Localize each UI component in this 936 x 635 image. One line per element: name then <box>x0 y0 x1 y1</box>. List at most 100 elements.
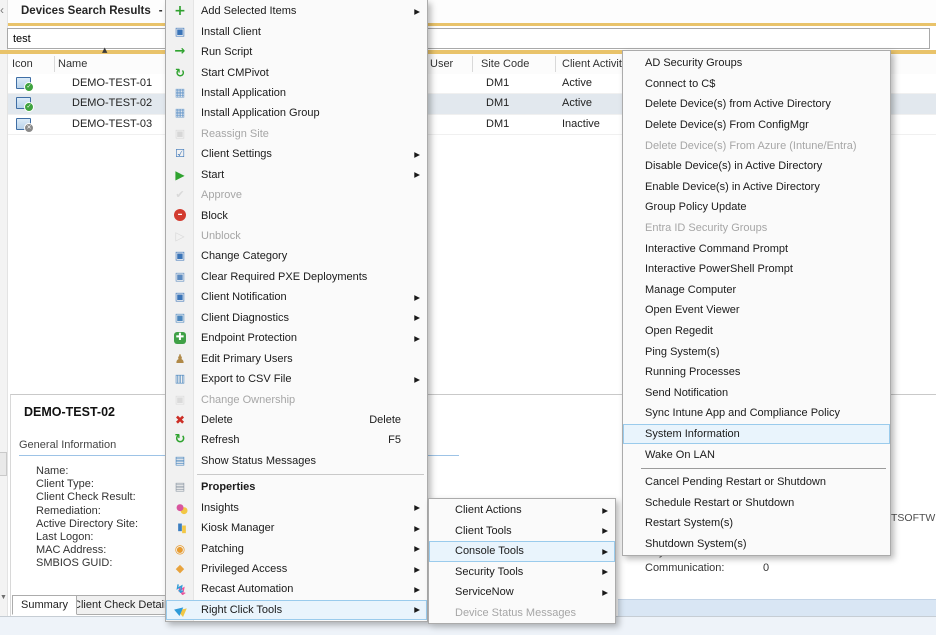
menu-item-console-tools[interactable]: Console Tools▶ <box>429 541 615 562</box>
menu-item-wake-on-lan[interactable]: Wake On LAN <box>623 444 890 465</box>
menu-item-add-selected-items[interactable]: +Add Selected Items▶ <box>166 1 427 21</box>
left-rail <box>0 0 8 634</box>
submenu-arrow-icon: ▶ <box>602 567 608 576</box>
menu-item-interactive-powershell-prompt[interactable]: Interactive PowerShell Prompt <box>623 259 890 280</box>
menu-item-insights[interactable]: ●Insights▶ <box>166 498 427 518</box>
detail-label-communication: Communication: <box>645 562 724 574</box>
sort-ascending-icon: ▲ <box>102 46 107 54</box>
menu-item-block[interactable]: –Block <box>166 205 427 225</box>
menu-item-send-notification[interactable]: Send Notification <box>623 383 890 404</box>
show-status-messages-icon: ▤ <box>171 452 189 470</box>
menu-item-label: Delete Device(s) from Active Directory <box>645 98 831 110</box>
menu-item-schedule-restart-or-shutdown[interactable]: Schedule Restart or Shutdown <box>623 492 890 513</box>
submenu-arrow-icon: ▶ <box>602 526 608 535</box>
menu-item-refresh[interactable]: ↻RefreshF5 <box>166 430 427 450</box>
menu-item-open-event-viewer[interactable]: Open Event Viewer <box>623 300 890 321</box>
column-header-user[interactable]: User <box>430 58 453 70</box>
menu-item-interactive-command-prompt[interactable]: Interactive Command Prompt <box>623 238 890 259</box>
menu-item-manage-computer[interactable]: Manage Computer <box>623 280 890 301</box>
menu-item-change-ownership: ▣Change Ownership <box>166 389 427 409</box>
menu-item-properties[interactable]: ▤Properties <box>166 477 427 497</box>
unblock-icon: ▷ <box>171 227 189 245</box>
menu-item-recast-automation[interactable]: ↯Recast Automation▶ <box>166 579 427 599</box>
menu-item-disable-device-s-in-active-directory[interactable]: Disable Device(s) in Active Directory <box>623 156 890 177</box>
menu-item-privileged-access[interactable]: ◆Privileged Access▶ <box>166 559 427 579</box>
menu-item-run-script[interactable]: →Run Script <box>166 42 427 62</box>
column-header-name[interactable]: Name <box>58 58 87 70</box>
menu-item-shutdown-system-s[interactable]: Shutdown System(s) <box>623 534 890 555</box>
console-tools-submenu: AD Security Groups Connect to C$ Delete De… <box>622 50 891 556</box>
client-activity-cell: Inactive <box>562 118 600 130</box>
site-code-cell: DM1 <box>486 118 509 130</box>
menu-item-install-application-group[interactable]: ▦Install Application Group <box>166 103 427 123</box>
menu-item-label: Group Policy Update <box>645 201 747 213</box>
menu-item-sync-intune-app-and-compliance-policy[interactable]: Sync Intune App and Compliance Policy <box>623 403 890 424</box>
menu-item-servicenow[interactable]: ServiceNow▶ <box>429 582 615 603</box>
tab-summary[interactable]: Summary <box>12 595 77 615</box>
menu-item-enable-device-s-in-active-directory[interactable]: Enable Device(s) in Active Directory <box>623 177 890 198</box>
menu-item-client-actions[interactable]: Client Actions▶ <box>429 500 615 521</box>
column-header-icon[interactable]: Icon <box>12 58 33 70</box>
column-divider[interactable] <box>54 56 55 72</box>
menu-item-install-client[interactable]: ▣Install Client <box>166 21 427 41</box>
menu-item-delete-device-s-from-active-directory[interactable]: Delete Device(s) from Active Directory <box>623 94 890 115</box>
menu-item-label: Interactive Command Prompt <box>645 243 788 255</box>
menu-item-export-to-csv-file[interactable]: ▥Export to CSV File▶ <box>166 369 427 389</box>
menu-item-start-cmpivot[interactable]: ↻Start CMPivot <box>166 62 427 82</box>
menu-item-install-application[interactable]: ▦Install Application <box>166 83 427 103</box>
context-menu: +Add Selected Items▶▣Install Client→Run … <box>165 0 428 622</box>
menu-item-ad-security-groups[interactable]: AD Security Groups <box>623 53 890 74</box>
properties-icon: ▤ <box>171 478 189 496</box>
column-divider[interactable] <box>555 56 556 72</box>
menu-item-open-regedit[interactable]: Open Regedit <box>623 321 890 342</box>
menu-item-start[interactable]: ▶Start▶ <box>166 165 427 185</box>
menu-item-cancel-pending-restart-or-shutdown[interactable]: Cancel Pending Restart or Shutdown <box>623 472 890 493</box>
detail-value-fragment: STSOFTW <box>884 512 935 524</box>
menu-item-endpoint-protection[interactable]: ✚Endpoint Protection▶ <box>166 328 427 348</box>
menu-item-label: Install Client <box>201 26 261 38</box>
menu-item-clear-required-pxe-deployments[interactable]: ▣Clear Required PXE Deployments <box>166 267 427 287</box>
menu-item-label: Recast Automation <box>201 583 293 595</box>
scroll-down-icon[interactable]: ▼ <box>0 594 7 601</box>
menu-item-client-settings[interactable]: ☑Client Settings▶ <box>166 144 427 164</box>
tab-client-check-detail[interactable]: Client Check Detail <box>64 595 176 615</box>
menu-item-delete[interactable]: ✖DeleteDelete <box>166 410 427 430</box>
menu-item-change-category[interactable]: ▣Change Category <box>166 246 427 266</box>
start-icon: ▶ <box>171 166 189 184</box>
export-csv-icon: ▥ <box>171 370 189 388</box>
search-input[interactable] <box>7 28 930 49</box>
menu-item-client-diagnostics[interactable]: ▣Client Diagnostics▶ <box>166 308 427 328</box>
menu-item-system-information[interactable]: System Information <box>623 424 890 445</box>
menu-item-group-policy-update[interactable]: Group Policy Update <box>623 197 890 218</box>
menu-item-client-tools[interactable]: Client Tools▶ <box>429 521 615 542</box>
menu-item-running-processes[interactable]: Running Processes <box>623 362 890 383</box>
menu-item-show-status-messages[interactable]: ▤Show Status Messages <box>166 451 427 471</box>
menu-item-edit-primary-users[interactable]: ♟Edit Primary Users <box>166 348 427 368</box>
column-divider[interactable] <box>472 56 473 72</box>
menu-item-label: Security Tools <box>455 566 523 578</box>
submenu-arrow-icon: ▶ <box>414 334 420 343</box>
client-activity-cell: Active <box>562 97 592 109</box>
client-notification-icon: ▣ <box>171 288 189 306</box>
menu-item-kiosk-manager[interactable]: ▮Kiosk Manager▶ <box>166 518 427 538</box>
menu-item-security-tools[interactable]: Security Tools ▶ <box>429 562 615 583</box>
column-header-client-activity[interactable]: Client Activity <box>562 58 627 70</box>
menu-separator <box>623 465 890 472</box>
column-header-site-code[interactable]: Site Code <box>481 58 529 70</box>
menu-item-patching[interactable]: ◉Patching▶ <box>166 538 427 558</box>
menu-item-right-click-tools[interactable]: ▶Right Click Tools▶ <box>166 600 427 620</box>
menu-item-connect-to-c[interactable]: Connect to C$ <box>623 74 890 95</box>
menu-item-label: Refresh <box>201 434 240 446</box>
menu-item-label: Enable Device(s) in Active Directory <box>645 181 820 193</box>
back-chevron-icon[interactable]: ‹ <box>0 4 8 16</box>
delete-icon: ✖ <box>171 411 189 429</box>
menu-item-label: Open Event Viewer <box>645 304 740 316</box>
menu-item-delete-device-s-from-azure-intune-entra: Delete Device(s) From Azure (Intune/Entr… <box>623 135 890 156</box>
menu-item-label: Connect to C$ <box>645 78 715 90</box>
menu-item-restart-system-s[interactable]: Restart System(s) <box>623 513 890 534</box>
menu-item-label: Patching <box>201 543 244 555</box>
menu-item-client-notification[interactable]: ▣Client Notification▶ <box>166 287 427 307</box>
menu-item-ping-system-s[interactable]: Ping System(s) <box>623 341 890 362</box>
menu-item-delete-device-s-from-configmgr[interactable]: Delete Device(s) From ConfigMgr <box>623 115 890 136</box>
splitter-grip[interactable] <box>0 452 7 476</box>
